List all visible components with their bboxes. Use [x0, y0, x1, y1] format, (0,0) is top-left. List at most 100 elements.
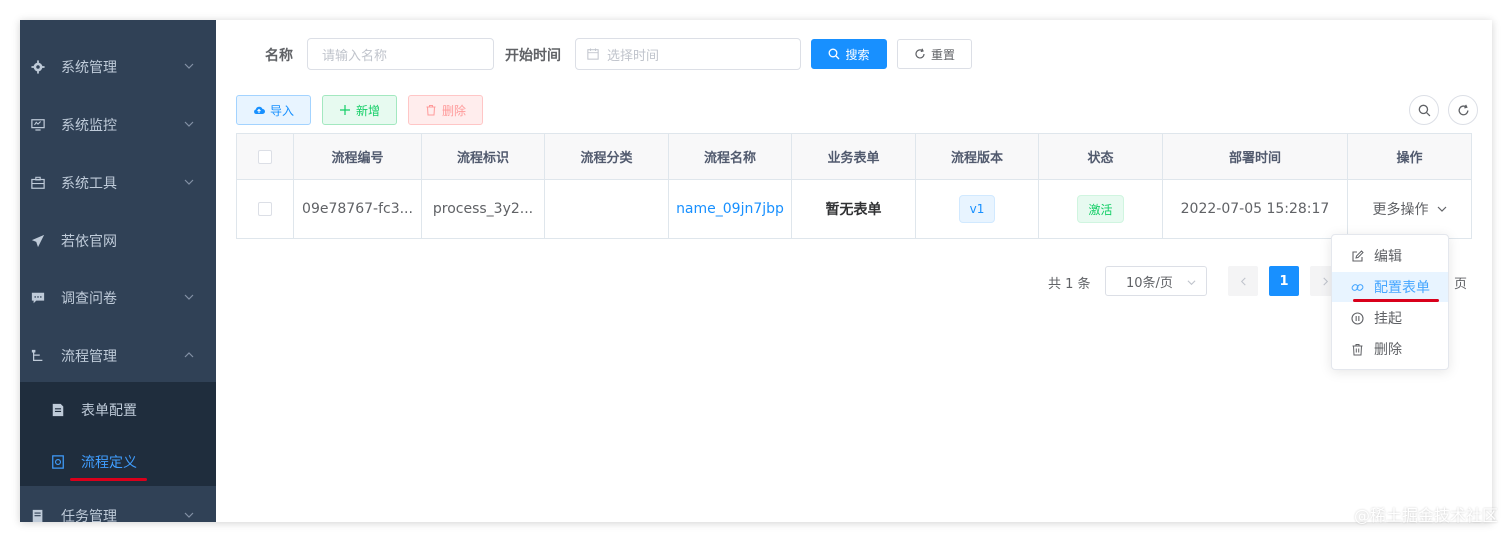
menu-item-label: 编辑: [1374, 249, 1402, 265]
toolbox-icon: [31, 176, 45, 190]
name-input[interactable]: 请输入名称: [307, 38, 494, 70]
menu-item-label: 配置表单: [1374, 280, 1430, 296]
start-time-placeholder: 选择时间: [607, 48, 660, 64]
name-label: 名称: [265, 48, 293, 64]
chevron-down-icon: [184, 121, 194, 127]
chevron-up-icon: [184, 352, 194, 358]
process-name-link[interactable]: name_09jn7jbp: [676, 201, 784, 217]
cell-deploy-time: 2022-07-05 15:28:17: [1163, 180, 1348, 238]
sidebar: 系统管理 系统监控 系统工具 若依官网 调查问卷 流程管理 表单配置 流程定义 …: [20, 20, 216, 522]
chevron-down-icon: [184, 294, 194, 300]
sidebar-subitem-form-config[interactable]: 表单配置: [20, 384, 216, 436]
column-header: 流程编号: [294, 134, 422, 179]
watermark: @稀土掘金技术社区: [1353, 506, 1498, 525]
search-button-label: 搜索: [845, 47, 870, 62]
refresh-button[interactable]: [1448, 95, 1478, 125]
sidebar-item-system-monitor[interactable]: 系统监控: [20, 97, 216, 153]
search-icon: [1418, 104, 1430, 116]
chevron-down-icon: [184, 63, 194, 69]
sidebar-item-process-management[interactable]: 流程管理: [20, 328, 216, 384]
chevron-right-icon: [1322, 277, 1328, 285]
prev-page-button[interactable]: [1228, 266, 1258, 296]
menu-item-label: 挂起: [1374, 311, 1402, 327]
add-button[interactable]: 新增: [322, 95, 397, 125]
delete-button[interactable]: 删除: [408, 95, 483, 125]
cloud-upload-icon: [254, 106, 265, 114]
cell-process-id: 09e78767-fc3...: [294, 180, 422, 238]
paper-plane-icon: [31, 234, 45, 248]
delete-button-label: 删除: [441, 103, 466, 118]
cell-status: 激活: [1039, 180, 1163, 238]
chevron-down-icon: [184, 179, 194, 185]
sidebar-item-label: 流程管理: [61, 349, 117, 365]
calendar-icon: [587, 48, 599, 60]
sidebar-item-system-tools[interactable]: 系统工具: [20, 155, 216, 211]
sidebar-item-label: 若依官网: [61, 234, 117, 250]
reset-button-label: 重置: [930, 47, 955, 62]
start-time-label: 开始时间: [505, 48, 561, 64]
more-actions-dropdown[interactable]: 更多操作: [1348, 180, 1471, 238]
cell-process-name: name_09jn7jbp: [669, 180, 792, 238]
import-button[interactable]: 导入: [236, 95, 311, 125]
plus-icon: [339, 105, 350, 115]
search-button[interactable]: 搜索: [811, 39, 887, 69]
annotation-underline: [70, 478, 147, 481]
more-actions-label: 更多操作: [1372, 202, 1429, 218]
cell-business-form: 暂无表单: [792, 180, 916, 238]
sidebar-item-system-management[interactable]: 系统管理: [20, 39, 216, 95]
chevron-down-icon: [1437, 206, 1446, 212]
reset-button[interactable]: 重置: [897, 39, 972, 69]
sidebar-item-label: 系统监控: [61, 118, 117, 134]
menu-item-suspend[interactable]: 挂起: [1332, 303, 1448, 333]
sidebar-item-label: 系统工具: [61, 176, 117, 192]
sidebar-subitem-label: 表单配置: [81, 403, 137, 419]
column-header: 业务表单: [792, 134, 916, 179]
column-header: 操作: [1396, 151, 1423, 166]
chevron-down-icon: [184, 512, 194, 518]
menu-item-delete[interactable]: 删除: [1332, 334, 1448, 364]
sidebar-subitem-label: 流程定义: [81, 455, 137, 471]
link-icon: [1351, 283, 1364, 291]
start-time-picker[interactable]: 选择时间: [575, 38, 801, 70]
sidebar-item-survey[interactable]: 调查问卷: [20, 270, 216, 326]
cell-category: [545, 180, 669, 238]
more-actions-menu: 编辑 配置表单 挂起 删除: [1331, 234, 1449, 370]
page-size-select[interactable]: 10条/页: [1105, 266, 1207, 296]
menu-item-config-form[interactable]: 配置表单: [1332, 272, 1448, 302]
column-header: 状态: [1039, 134, 1163, 179]
row-checkbox[interactable]: [258, 202, 272, 216]
definition-icon: [51, 455, 65, 469]
column-header: 流程标识: [422, 134, 545, 179]
search-icon: [829, 48, 840, 60]
cell-process-key: process_3y2...: [422, 180, 545, 238]
toggle-search-button[interactable]: [1409, 95, 1439, 125]
sidebar-item-task-management[interactable]: 任务管理: [20, 488, 216, 522]
gear-icon: [31, 60, 45, 74]
cell-version: v1: [916, 180, 1039, 238]
task-icon: [31, 509, 45, 522]
app-window: 系统管理 系统监控 系统工具 若依官网 调查问卷 流程管理 表单配置 流程定义 …: [20, 20, 1492, 522]
add-button-label: 新增: [355, 103, 380, 118]
sidebar-item-label: 调查问卷: [61, 291, 117, 307]
column-header: 流程版本: [916, 134, 1039, 179]
pagination-suffix: 页: [1454, 277, 1468, 292]
chevron-down-icon: [1187, 280, 1196, 286]
refresh-icon: [1458, 104, 1468, 115]
row-select-cell: [237, 180, 294, 238]
select-all-cell: [237, 134, 294, 179]
edit-icon: [1352, 249, 1364, 262]
import-button-label: 导入: [269, 103, 294, 118]
page-size-value: 10条/页: [1126, 275, 1173, 291]
page-number-button[interactable]: 1: [1269, 266, 1299, 296]
monitor-icon: [31, 118, 45, 132]
select-all-checkbox[interactable]: [258, 149, 272, 164]
main-content: 名称 请输入名称 开始时间 选择时间 搜索 重置 导入 新增 删除 流程编号 流…: [216, 20, 1492, 522]
process-table: 流程编号 流程标识 流程分类 流程名称 业务表单 流程版本 状态 部署时间 操作…: [236, 133, 1472, 239]
table-header: 流程编号 流程标识 流程分类 流程名称 业务表单 流程版本 状态 部署时间 操作: [237, 134, 1471, 180]
flow-icon: [31, 349, 45, 363]
menu-item-edit[interactable]: 编辑: [1332, 241, 1448, 271]
sidebar-item-ruoyi-site[interactable]: 若依官网: [20, 213, 216, 269]
refresh-icon: [915, 48, 925, 59]
table-row: 09e78767-fc3... process_3y2... name_09jn…: [237, 180, 1471, 238]
column-header: 流程分类: [545, 134, 669, 179]
